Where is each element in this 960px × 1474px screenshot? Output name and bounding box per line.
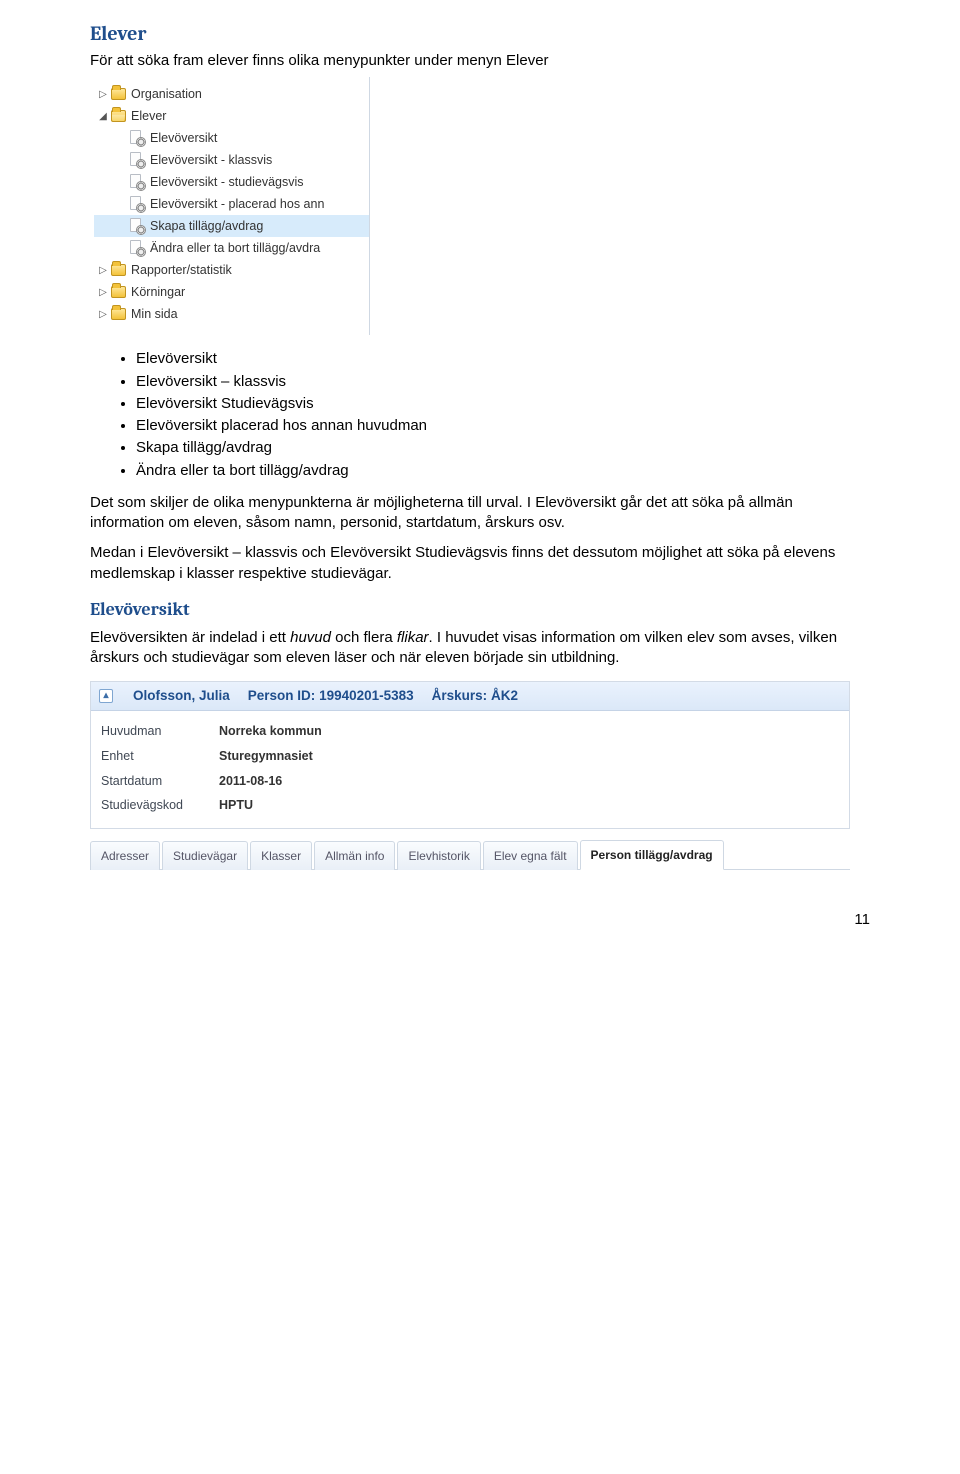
folder-icon (111, 88, 126, 100)
arskurs: Årskurs: ÅK2 (432, 687, 518, 705)
chevron-right-icon[interactable]: ▷ (98, 89, 108, 99)
list-item: Elevöversikt Studievägsvis (136, 394, 870, 414)
subsection-title: Elevöversikt (90, 598, 870, 622)
list-item: Elevöversikt (136, 349, 870, 369)
info-row: EnhetSturegymnasiet (101, 744, 839, 769)
tree-item[interactable]: Elevöversikt - studievägsvis (94, 171, 369, 193)
info-row: Startdatum2011-08-16 (101, 769, 839, 794)
tree-item-label: Ändra eller ta bort tillägg/avdra (150, 240, 320, 257)
tree-item-label: Skapa tillägg/avdrag (150, 218, 263, 235)
list-item: Elevöversikt placerad hos annan huvudman (136, 416, 870, 436)
list-item: Skapa tillägg/avdrag (136, 438, 870, 458)
bullet-list: ElevöversiktElevöversikt – klassvisElevö… (136, 349, 870, 481)
tree-item-label: Organisation (131, 86, 202, 103)
tree-item[interactable]: ▷ Organisation (94, 83, 369, 105)
info-label: Huvudman (101, 723, 219, 740)
person-id: Person ID: 19940201-5383 (248, 687, 414, 705)
folder-icon (111, 308, 126, 320)
tree-item-label: Rapporter/statistik (131, 262, 232, 279)
info-value: Norreka kommun (219, 723, 322, 740)
chevron-right-icon[interactable]: ▷ (98, 287, 108, 297)
tree-item[interactable]: ▷ Rapporter/statistik (94, 259, 369, 281)
gear-page-icon (129, 240, 145, 256)
info-value: 2011-08-16 (219, 773, 282, 790)
info-row: StudievägskodHPTU (101, 793, 839, 818)
info-row: HuvudmanNorreka kommun (101, 719, 839, 744)
tab[interactable]: Allmän info (314, 841, 395, 870)
student-name: Olofsson, Julia (133, 687, 230, 705)
tabs: AdresserStudievägarKlasserAllmän infoEle… (90, 839, 850, 870)
tree-item-label: Körningar (131, 284, 185, 301)
info-value: Sturegymnasiet (219, 748, 313, 765)
student-panel-header[interactable]: ▴ Olofsson, Julia Person ID: 19940201-53… (91, 682, 849, 711)
list-item: Elevöversikt – klassvis (136, 372, 870, 392)
tree-item-label: Elevöversikt - studievägsvis (150, 174, 304, 191)
paragraph-1: Det som skiljer de olika menypunkterna ä… (90, 493, 870, 534)
tree-item[interactable]: Elevöversikt - klassvis (94, 149, 369, 171)
student-info-grid: HuvudmanNorreka kommunEnhetSturegymnasie… (91, 711, 849, 829)
tab[interactable]: Elevhistorik (397, 841, 480, 870)
tree-item[interactable]: Ändra eller ta bort tillägg/avdra (94, 237, 369, 259)
tree-item[interactable]: Skapa tillägg/avdrag (94, 215, 369, 237)
tab[interactable]: Elev egna fält (483, 841, 578, 870)
chevron-down-icon[interactable]: ◢ (98, 111, 108, 121)
folder-icon (111, 286, 126, 298)
collapse-up-icon[interactable]: ▴ (99, 689, 113, 703)
gear-page-icon (129, 152, 145, 168)
chevron-right-icon[interactable]: ▷ (98, 309, 108, 319)
info-value: HPTU (219, 797, 253, 814)
tree-item[interactable]: Elevöversikt - placerad hos ann (94, 193, 369, 215)
tree-item-label: Min sida (131, 306, 178, 323)
nav-tree: ▷ Organisation ◢ Elever Elevöversikt Elevöver… (90, 77, 370, 335)
chevron-right-icon[interactable]: ▷ (98, 265, 108, 275)
tree-item-label: Elevöversikt (150, 130, 217, 147)
gear-page-icon (129, 218, 145, 234)
intro-text: För att söka fram elever finns olika men… (90, 51, 870, 71)
info-label: Enhet (101, 748, 219, 765)
tab[interactable]: Studievägar (162, 841, 248, 870)
gear-page-icon (129, 196, 145, 212)
tab[interactable]: Adresser (90, 841, 160, 870)
info-label: Studievägskod (101, 797, 219, 814)
student-panel: ▴ Olofsson, Julia Person ID: 19940201-53… (90, 681, 850, 830)
paragraph-3: Elevöversikten är indelad i ett huvud oc… (90, 628, 870, 669)
tree-item[interactable]: Elevöversikt (94, 127, 369, 149)
tab[interactable]: Person tillägg/avdrag (580, 840, 724, 870)
folder-icon (111, 110, 126, 122)
gear-page-icon (129, 174, 145, 190)
gear-page-icon (129, 130, 145, 146)
page-title: Elever (90, 20, 870, 47)
info-label: Startdatum (101, 773, 219, 790)
tree-item-label: Elevöversikt - klassvis (150, 152, 272, 169)
tab[interactable]: Klasser (250, 841, 312, 870)
page-number: 11 (90, 910, 870, 930)
tree-item-label: Elever (131, 108, 166, 125)
list-item: Ändra eller ta bort tillägg/avdrag (136, 461, 870, 481)
tree-item[interactable]: ▷ Min sida (94, 303, 369, 325)
tree-item[interactable]: ▷ Körningar (94, 281, 369, 303)
folder-icon (111, 264, 126, 276)
paragraph-2: Medan i Elevöversikt – klassvis och Elev… (90, 543, 870, 584)
tree-item[interactable]: ◢ Elever (94, 105, 369, 127)
tree-item-label: Elevöversikt - placerad hos ann (150, 196, 324, 213)
